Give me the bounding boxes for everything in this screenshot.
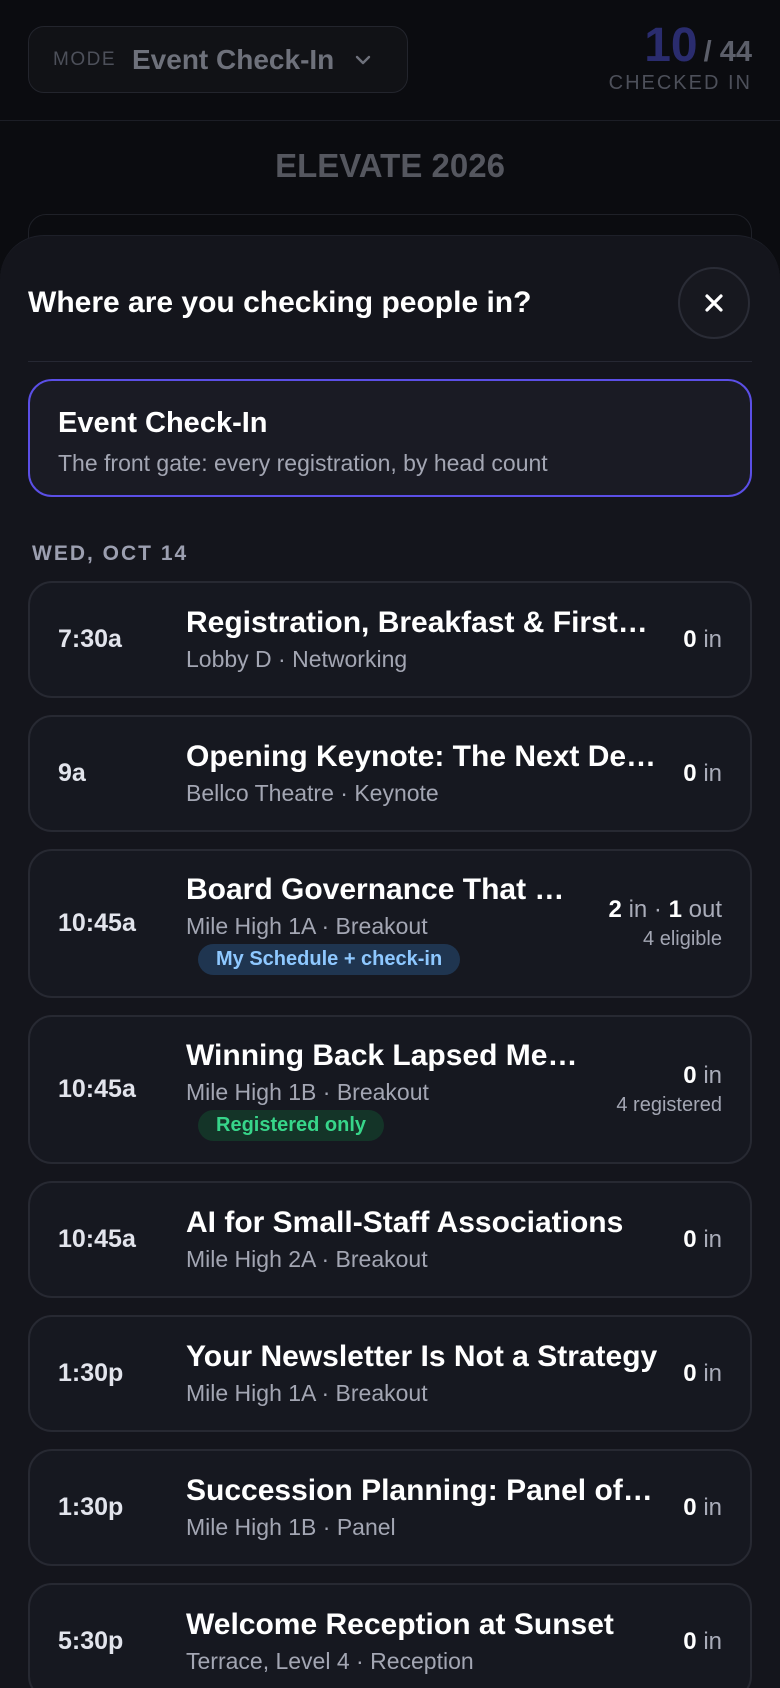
event-checkin-option[interactable]: Event Check-In The front gate: every reg… <box>28 379 752 497</box>
session-count: 0 in <box>683 1494 722 1522</box>
registered-count: 4 registered <box>616 1094 722 1116</box>
session-item[interactable]: 5:30p Welcome Reception at Sunset Terrac… <box>28 1583 752 1688</box>
session-location: Mile High 2A · Breakout <box>186 1246 428 1272</box>
session-count: 0 in <box>683 1628 722 1656</box>
top-bar: MODE Event Check-In 10/ 44 CHECKED IN <box>0 0 780 121</box>
session-title: Succession Planning: Panel of… <box>186 1474 653 1507</box>
session-item[interactable]: 10:45a Winning Back Lapsed Me… Mile High… <box>28 1015 752 1164</box>
sheet-header: Where are you checking people in? <box>28 236 752 362</box>
option-title: Event Check-In <box>58 407 268 439</box>
in-count: 0 <box>683 625 697 653</box>
session-title: Registration, Breakfast & First… <box>186 606 648 639</box>
in-label: in <box>703 1627 722 1655</box>
eligible-count: 4 eligible <box>643 928 722 950</box>
in-label: in · <box>628 896 662 923</box>
session-item[interactable]: 9a Opening Keynote: The Next De… Bellco … <box>28 715 752 832</box>
in-count: 0 <box>683 1359 697 1387</box>
session-count: 0 in 4 registered <box>616 1062 722 1117</box>
session-time: 10:45a <box>58 1075 136 1103</box>
session-time: 9a <box>58 759 86 787</box>
session-location: Mile High 1A · Breakout <box>186 1380 428 1406</box>
mode-selector[interactable]: MODE Event Check-In <box>28 26 408 93</box>
in-count: 0 <box>683 1627 697 1655</box>
session-location: Mile High 1A · Breakout <box>186 912 428 939</box>
session-list: 7:30a Registration, Breakfast & First… L… <box>28 581 752 1688</box>
mode-value: Event Check-In <box>132 43 335 75</box>
session-title: Opening Keynote: The Next De… <box>186 740 657 773</box>
sheet-title: Where are you checking people in? <box>28 285 532 319</box>
in-label: in <box>703 1359 722 1387</box>
checked-in-count: 10 <box>644 19 698 72</box>
session-location: Lobby D · Networking <box>186 646 408 672</box>
session-item[interactable]: 10:45a AI for Small-Staff Associations M… <box>28 1181 752 1298</box>
in-count: 0 <box>683 1493 697 1521</box>
mode-label: MODE <box>53 48 116 70</box>
session-time: 10:45a <box>58 1225 136 1253</box>
session-title: AI for Small-Staff Associations <box>186 1206 624 1239</box>
session-time: 1:30p <box>58 1493 124 1521</box>
checked-in-total: / 44 <box>703 36 752 68</box>
session-location: Mile High 1B · Panel <box>186 1514 396 1540</box>
session-title: Board Governance That … <box>186 872 565 906</box>
registered-badge: Registered only <box>198 1109 385 1141</box>
session-time: 5:30p <box>58 1627 124 1655</box>
in-count: 0 <box>683 1062 697 1089</box>
in-count: 2 <box>608 896 622 923</box>
session-count: 2 in · 1 out 4 eligible <box>609 896 722 951</box>
session-title: Winning Back Lapsed Me… <box>186 1038 578 1072</box>
session-title: Your Newsletter Is Not a Strategy <box>186 1340 658 1373</box>
session-item[interactable]: 1:30p Your Newsletter Is Not a Strategy … <box>28 1315 752 1432</box>
chevron-down-icon <box>356 55 371 64</box>
day-label: WED, OCT 14 <box>32 542 189 565</box>
session-count: 0 in <box>683 1360 722 1388</box>
in-count: 0 <box>683 759 697 787</box>
session-location: Bellco Theatre · Keynote <box>186 780 439 806</box>
in-label: in <box>703 1062 722 1089</box>
session-title: Welcome Reception at Sunset <box>186 1608 614 1641</box>
session-item[interactable]: 10:45a Board Governance That … Mile High… <box>28 849 752 998</box>
in-label: in <box>703 625 722 653</box>
in-count: 0 <box>683 1225 697 1253</box>
checked-in-label: CHECKED IN <box>608 72 752 94</box>
in-label: in <box>703 1225 722 1253</box>
session-location: Terrace, Level 4 · Reception <box>186 1648 474 1674</box>
session-item[interactable]: 1:30p Succession Planning: Panel of… Mil… <box>28 1449 752 1566</box>
close-button[interactable] <box>678 266 750 339</box>
session-count: 0 in <box>683 760 722 788</box>
out-count: 1 <box>668 896 682 923</box>
checkin-location-sheet: Where are you checking people in? Event … <box>0 235 780 1688</box>
session-time: 1:30p <box>58 1359 124 1387</box>
out-label: out <box>688 896 722 923</box>
session-count: 0 in <box>683 626 722 654</box>
session-count: 0 in <box>683 1226 722 1254</box>
session-time: 10:45a <box>58 909 136 937</box>
session-time: 7:30a <box>58 625 122 653</box>
session-location: Mile High 1B · Breakout <box>186 1078 429 1105</box>
option-subtitle: The front gate: every registration, by h… <box>58 450 548 476</box>
schedule-badge: My Schedule + check-in <box>198 943 461 975</box>
in-label: in <box>703 759 722 787</box>
in-label: in <box>703 1493 722 1521</box>
session-item[interactable]: 7:30a Registration, Breakfast & First… L… <box>28 581 752 698</box>
checked-in-counter: 10/ 44 CHECKED IN <box>609 22 752 95</box>
close-icon <box>705 293 723 312</box>
event-title: ELEVATE 2026 <box>275 147 505 184</box>
